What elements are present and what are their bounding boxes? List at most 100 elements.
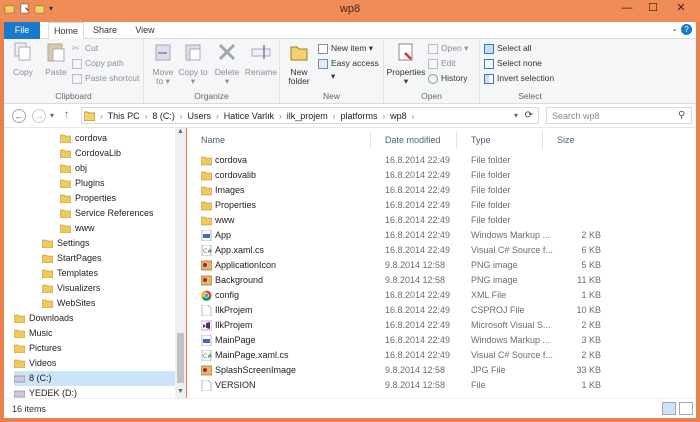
- forward-button[interactable]: →: [32, 109, 46, 123]
- tree-item[interactable]: obj: [60, 161, 87, 176]
- tree-item[interactable]: cordova: [60, 131, 107, 146]
- file-row[interactable]: Images 16.8.2014 22:49 File folder: [187, 183, 617, 198]
- crumb-drive[interactable]: 8 (C:): [152, 111, 175, 121]
- properties-button[interactable]: Properties ▾: [386, 41, 426, 86]
- column-name[interactable]: Name: [187, 131, 371, 149]
- tree-item[interactable]: Visualizers: [42, 281, 100, 296]
- tree-item[interactable]: 8 (C:): [14, 371, 184, 386]
- select-none-button[interactable]: Select none: [484, 57, 542, 70]
- copy-button[interactable]: Copy: [6, 41, 40, 77]
- tab-home[interactable]: Home: [48, 22, 84, 40]
- file-row[interactable]: config 16.8.2014 22:49 XML File 1 KB: [187, 288, 617, 303]
- column-date-modified[interactable]: Date modified: [371, 131, 457, 149]
- tab-view[interactable]: View: [130, 22, 160, 39]
- crumb-platforms[interactable]: platforms: [340, 111, 377, 121]
- copy-path-button[interactable]: Copy path: [72, 57, 124, 70]
- file-row[interactable]: Background 9.8.2014 12:58 PNG image 11 KB: [187, 273, 617, 288]
- address-dropdown-icon[interactable]: ▾: [514, 111, 518, 120]
- file-row[interactable]: cordovalib 16.8.2014 22:49 File folder: [187, 168, 617, 183]
- tree-item[interactable]: CordovaLib: [60, 146, 121, 161]
- scroll-thumb[interactable]: [177, 333, 184, 383]
- file-row[interactable]: www 16.8.2014 22:49 File folder: [187, 213, 617, 228]
- file-row[interactable]: VERSION 9.8.2014 12:58 File 1 KB: [187, 378, 617, 393]
- file-row[interactable]: C# App.xaml.cs 16.8.2014 22:49 Visual C# So…: [187, 243, 617, 258]
- select-all-button[interactable]: Select all: [484, 42, 532, 55]
- crumb-this-pc[interactable]: This PC: [108, 111, 140, 121]
- column-type[interactable]: Type: [457, 131, 543, 149]
- file-row[interactable]: cordova 16.8.2014 22:49 File folder: [187, 153, 617, 168]
- tree-item[interactable]: Plugins: [60, 176, 105, 191]
- cut-button[interactable]: ✂ Cut: [72, 42, 98, 55]
- rename-button[interactable]: Rename: [244, 41, 278, 77]
- copy-to-button[interactable]: Copy to ▾: [178, 41, 208, 86]
- file-row[interactable]: MainPage 16.8.2014 22:49 Windows Markup ..…: [187, 333, 617, 348]
- tree-item[interactable]: Service References: [60, 206, 154, 221]
- file-size: 2 KB: [581, 320, 601, 330]
- tree-item[interactable]: Templates: [42, 266, 98, 281]
- svg-text:C#: C#: [203, 248, 212, 255]
- expand-ribbon-icon[interactable]: ⌄: [671, 24, 678, 33]
- edit-button[interactable]: Edit: [428, 57, 456, 70]
- tree-item[interactable]: Videos: [14, 356, 56, 371]
- file-size: 11 KB: [577, 275, 601, 285]
- up-button[interactable]: ↑: [64, 109, 69, 120]
- search-input[interactable]: Search wp8: [546, 107, 692, 124]
- file-row[interactable]: Properties 16.8.2014 22:49 File folder: [187, 198, 617, 213]
- file-size: 3 KB: [581, 335, 601, 345]
- delete-button[interactable]: Delete ▾: [212, 41, 242, 86]
- new-folder-button[interactable]: New folder: [284, 41, 314, 86]
- history-button[interactable]: History: [428, 72, 467, 85]
- file-date: 16.8.2014 22:49: [385, 230, 451, 240]
- crumb-user[interactable]: Hatice Varlık: [224, 111, 274, 121]
- file-date: 16.8.2014 22:49: [385, 245, 451, 255]
- crumb-project[interactable]: ilk_projem: [287, 111, 328, 121]
- file-row[interactable]: SplashScreenImage 9.8.2014 12:58 JPG File 3…: [187, 363, 617, 378]
- easy-access-button[interactable]: Easy access ▾: [318, 57, 383, 81]
- recent-locations-icon[interactable]: ▾: [50, 111, 54, 120]
- maximize-button[interactable]: ☐: [640, 0, 666, 18]
- refresh-icon[interactable]: ⟳: [525, 110, 533, 121]
- close-button[interactable]: ✕: [666, 0, 696, 18]
- tree-item[interactable]: Properties: [60, 191, 116, 206]
- tree-item-label: Plugins: [75, 178, 105, 188]
- move-to-button[interactable]: Move to ▾: [148, 41, 178, 86]
- tree-item[interactable]: Music: [14, 326, 53, 341]
- paste-shortcut-button[interactable]: Paste shortcut: [72, 72, 139, 85]
- navigation-scrollbar[interactable]: ▲ ▼: [175, 128, 186, 398]
- ribbon-tabs: File Home Share View ⌄ ?: [4, 22, 696, 40]
- tree-item[interactable]: Pictures: [14, 341, 62, 356]
- large-icons-view-button[interactable]: [679, 402, 693, 415]
- crumb-wp8[interactable]: wp8: [390, 111, 407, 121]
- status-bar: 16 items: [4, 398, 696, 418]
- column-size[interactable]: Size: [543, 131, 605, 149]
- folder-icon: [84, 111, 95, 121]
- invert-selection-button[interactable]: Invert selection: [484, 72, 554, 85]
- minimize-button[interactable]: —: [614, 0, 640, 18]
- help-icon[interactable]: ?: [681, 24, 692, 35]
- file-row[interactable]: App 16.8.2014 22:49 Windows Markup ... 2 KB: [187, 228, 617, 243]
- file-type: PNG image: [471, 260, 518, 270]
- file-row[interactable]: IlkProjem 16.8.2014 22:49 Microsoft Visual…: [187, 318, 617, 333]
- new-item-button[interactable]: New item ▾: [318, 42, 373, 55]
- tree-item[interactable]: StartPages: [42, 251, 102, 266]
- clipboard-group: Copy Paste ✂ Cut Copy path Paste shortcut…: [4, 39, 144, 103]
- open-button[interactable]: Open ▾: [428, 42, 468, 55]
- file-row[interactable]: ApplicationIcon 9.8.2014 12:58 PNG image 5 …: [187, 258, 617, 273]
- tab-file[interactable]: File: [4, 22, 40, 39]
- details-view-button[interactable]: [662, 402, 676, 415]
- file-date: 16.8.2014 22:49: [385, 155, 451, 165]
- address-bar[interactable]: › This PC › 8 (C:) › Users › Hatice Varlık ›…: [81, 107, 539, 124]
- tree-item[interactable]: Downloads: [14, 311, 74, 326]
- file-row[interactable]: C# MainPage.xaml.cs 16.8.2014 22:49 Visual …: [187, 348, 617, 363]
- tab-share[interactable]: Share: [90, 22, 120, 39]
- tree-item[interactable]: WebSites: [42, 296, 95, 311]
- file-date: 16.8.2014 22:49: [385, 350, 451, 360]
- file-name: cordova: [215, 155, 248, 165]
- tree-item[interactable]: www: [60, 221, 95, 236]
- tree-item[interactable]: YEDEK (D:): [14, 386, 77, 398]
- tree-item[interactable]: Settings: [42, 236, 90, 251]
- back-button[interactable]: ←: [12, 109, 26, 123]
- paste-button[interactable]: Paste: [40, 41, 72, 77]
- crumb-users[interactable]: Users: [188, 111, 212, 121]
- file-row[interactable]: IlkProjem 16.8.2014 22:49 CSPROJ File 10 KB: [187, 303, 617, 318]
